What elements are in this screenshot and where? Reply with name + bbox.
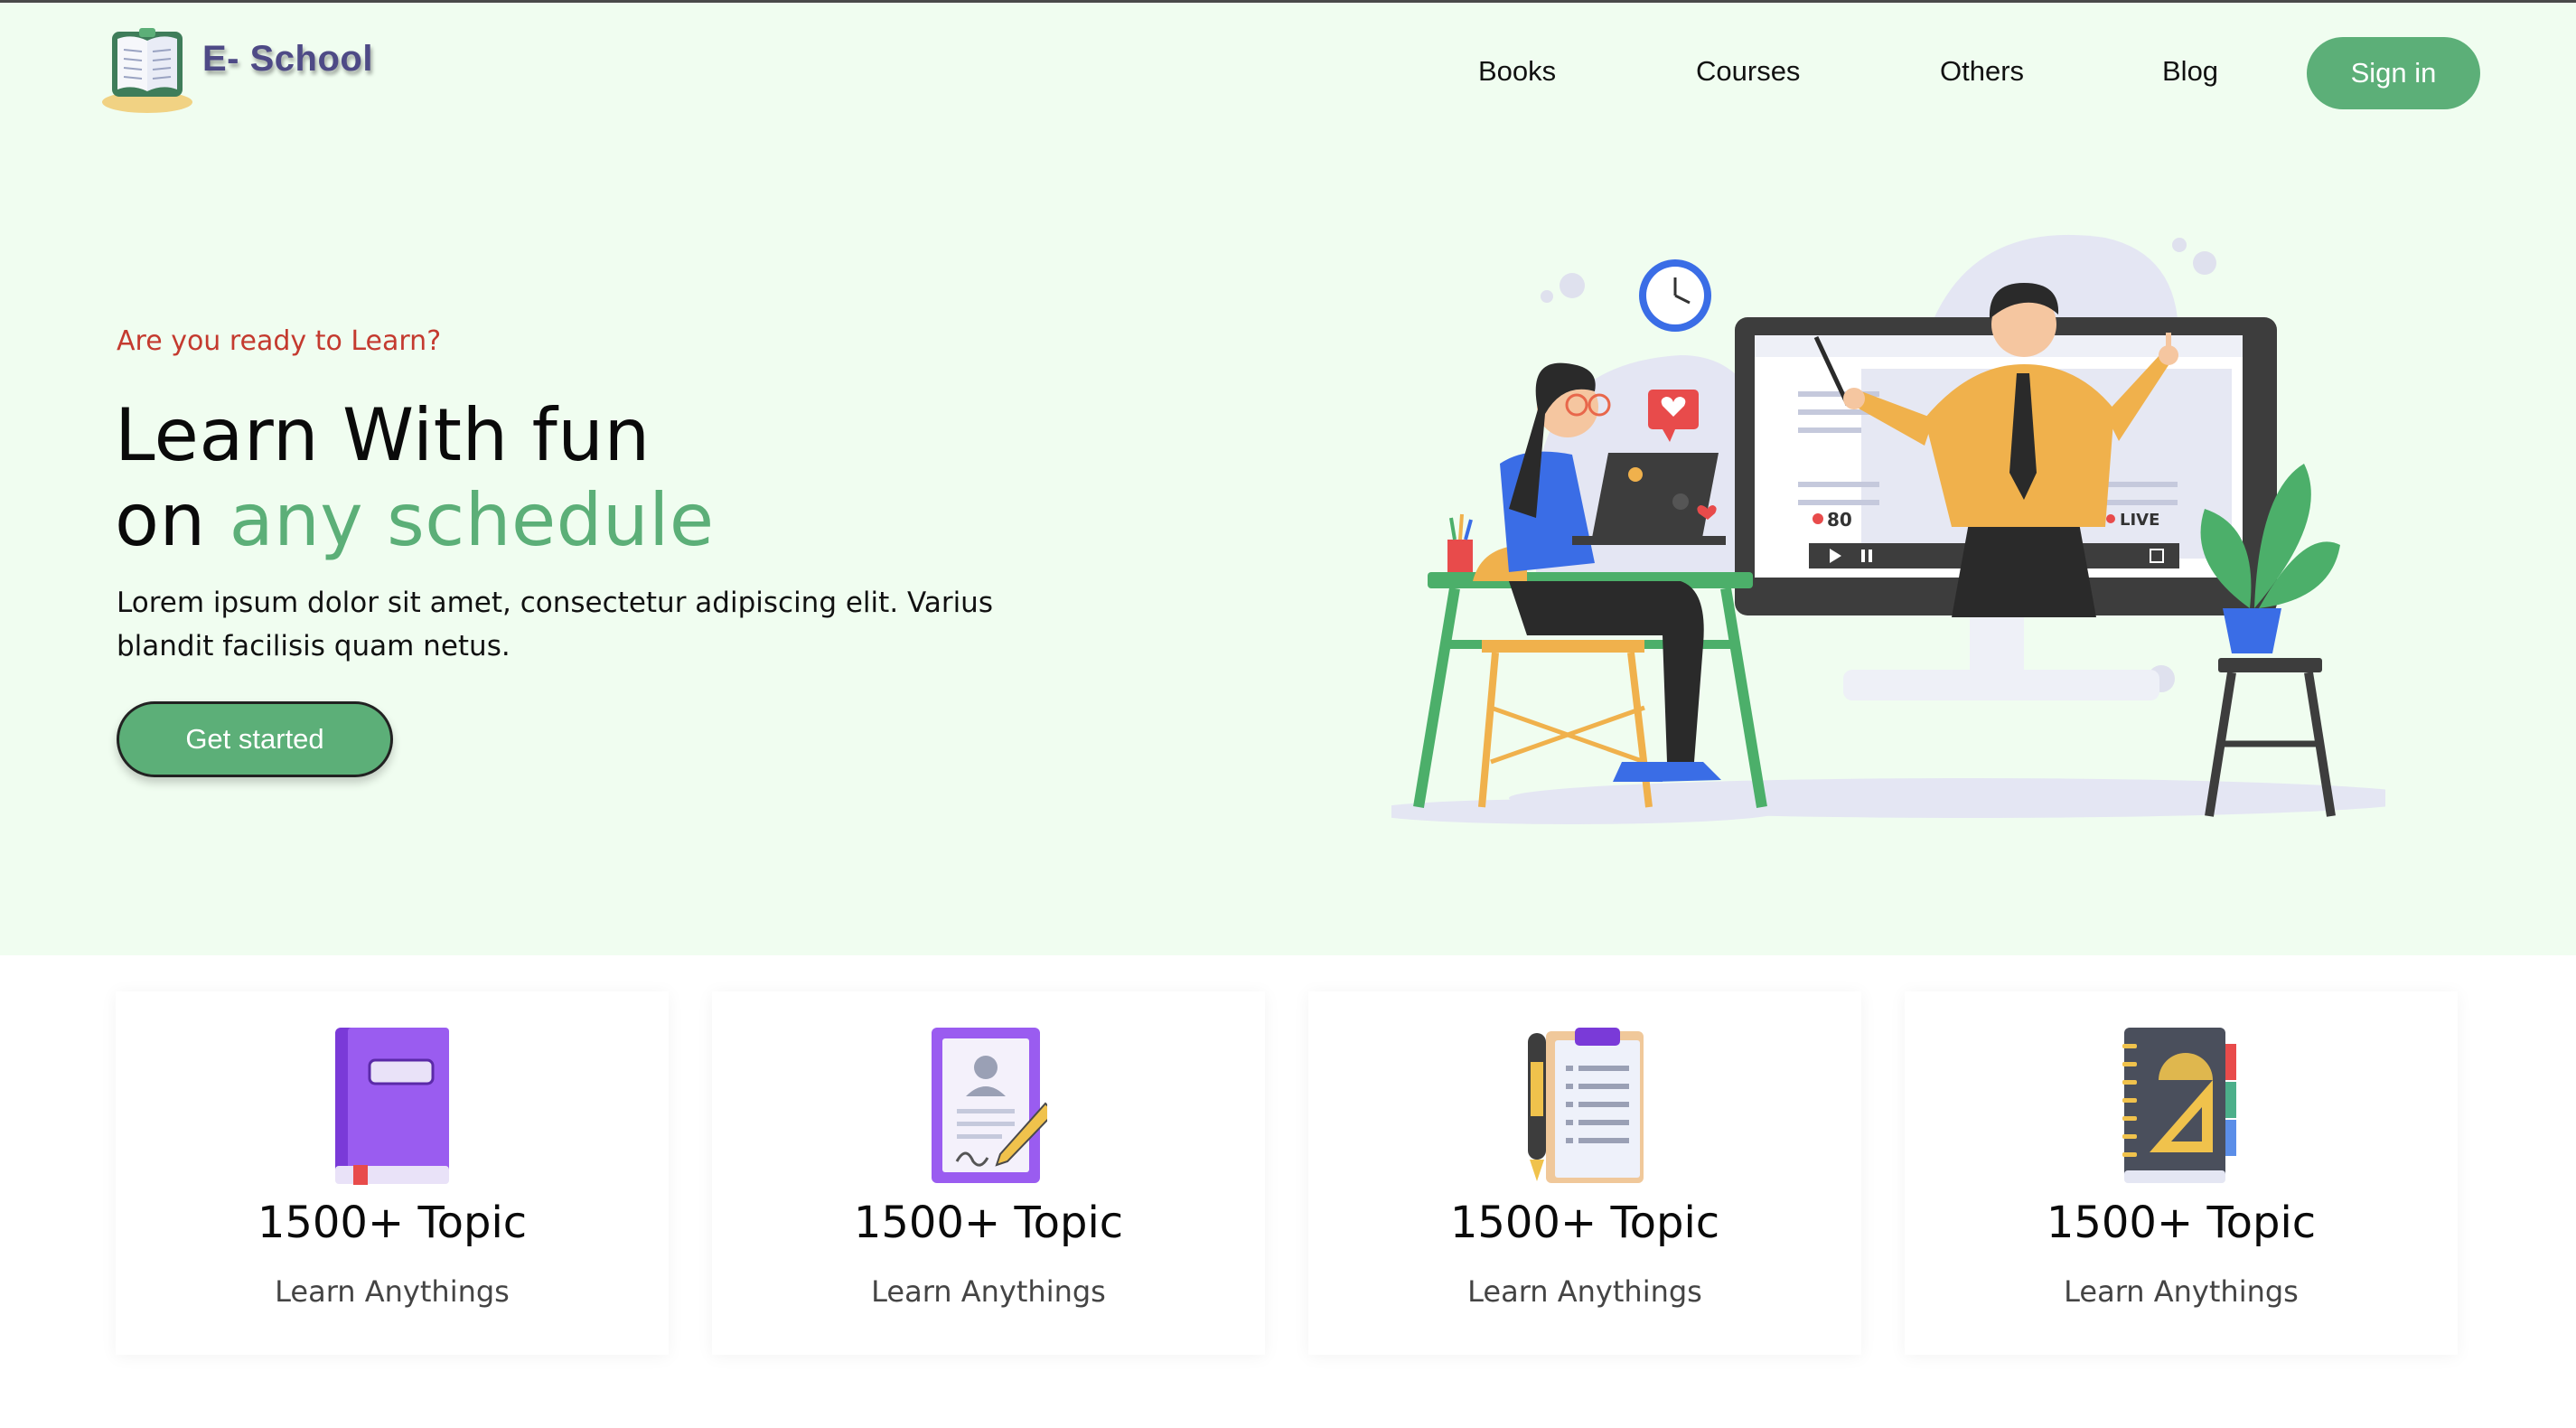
clipboard-icon: [1528, 1028, 1644, 1183]
hero-section: E- School Books Courses Others Blog Sign…: [0, 3, 2576, 955]
card-title: 1500+ Topic: [853, 1198, 1124, 1248]
logo-text: E- School: [202, 38, 373, 79]
card-subtitle: Learn Anythings: [2064, 1274, 2299, 1309]
hero-title: Learn With fun on any schedule: [115, 393, 715, 563]
hero-title-accent: any schedule: [229, 478, 715, 562]
book-logo-icon: [102, 28, 192, 113]
feature-card[interactable]: 1500+ Topic Learn Anythings: [712, 991, 1265, 1355]
card-subtitle: Learn Anythings: [871, 1274, 1106, 1309]
online-learning-illustration: 80 LIVE: [1391, 234, 2385, 824]
clock-icon: [1639, 259, 1711, 332]
hero-title-line1: Learn With fun: [115, 393, 651, 477]
notebook-icon: [2122, 1028, 2236, 1183]
card-title: 1500+ Topic: [1449, 1198, 1720, 1248]
card-subtitle: Learn Anythings: [275, 1274, 510, 1309]
card-title: 1500+ Topic: [2046, 1198, 2317, 1248]
logo[interactable]: E- School: [99, 26, 373, 115]
card-subtitle: Learn Anythings: [1467, 1274, 1702, 1309]
get-started-button[interactable]: Get started: [117, 701, 393, 777]
feature-card[interactable]: 1500+ Topic Learn Anythings: [1905, 991, 2458, 1355]
certificate-icon: [932, 1028, 1047, 1183]
feature-card[interactable]: 1500+ Topic Learn Anythings: [1308, 991, 1861, 1355]
nav-others[interactable]: Others: [1940, 55, 2024, 88]
nav-books[interactable]: Books: [1478, 55, 1556, 88]
card-title: 1500+ Topic: [257, 1198, 528, 1248]
hero-title-prefix: on: [115, 478, 229, 562]
viewer-count: 80: [1827, 509, 1852, 531]
nav-courses[interactable]: Courses: [1696, 55, 1800, 88]
feature-card[interactable]: 1500+ Topic Learn Anythings: [116, 991, 669, 1355]
nav-blog[interactable]: Blog: [2162, 55, 2218, 88]
book-icon: [335, 1028, 449, 1185]
live-badge: LIVE: [2120, 511, 2159, 530]
hero-description: Lorem ipsum dolor sit amet, consectetur …: [117, 587, 993, 662]
hero-kicker: Are you ready to Learn?: [117, 325, 442, 357]
sign-in-button[interactable]: Sign in: [2307, 37, 2480, 109]
